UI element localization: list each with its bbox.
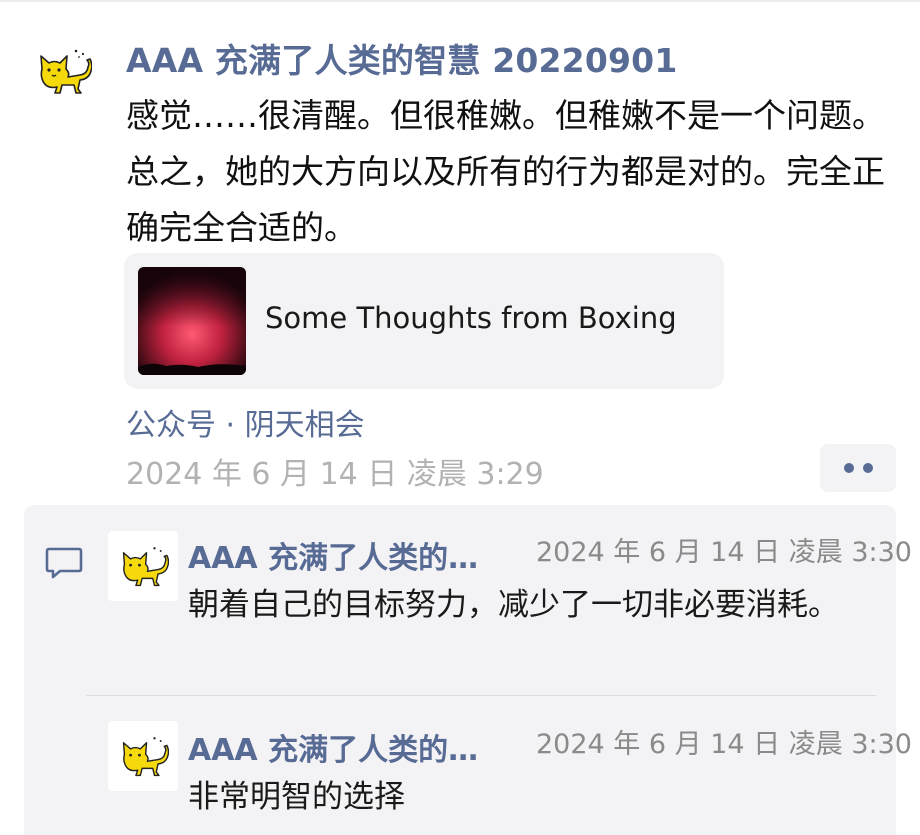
top-divider — [0, 0, 920, 2]
more-dots-icon — [843, 463, 854, 473]
comment-text: 朝着自己的目标努力，减少了一切非必要消耗。 — [188, 587, 839, 623]
aurora-thumbnail — [138, 267, 246, 375]
more-options-button[interactable] — [820, 444, 896, 492]
post-timestamp: 2024 年 6 月 14 日 凌晨 3:29 — [126, 457, 544, 492]
comment-timestamp: 2024 年 6 月 14 日 凌晨 3:30 — [536, 537, 912, 568]
post-text: 感觉……很清醒。但很稚嫩。但稚嫩不是一个问题。总之，她的大方向以及所有的行为都是… — [126, 96, 885, 247]
comment-text: 非常明智的选择 — [188, 779, 405, 815]
comment-author[interactable]: AAA 充满了人类的… — [188, 533, 518, 577]
commenter-avatar[interactable] — [108, 531, 178, 601]
comment-timestamp: 2024 年 6 月 14 日 凌晨 3:30 — [536, 729, 912, 760]
author-avatar[interactable] — [28, 36, 98, 106]
commenter-avatar[interactable] — [108, 721, 178, 791]
moments-post: AAA 充满了人类的智慧 20220901 感觉……很清醒。但很稚嫩。但稚嫩不是… — [0, 0, 920, 835]
comment-icon — [44, 545, 84, 585]
cat-icon — [122, 547, 169, 587]
more-dots-icon — [862, 463, 873, 473]
shared-article-card[interactable]: Some Thoughts from Boxing — [124, 253, 724, 389]
post-author-name[interactable]: AAA 充满了人类的智慧 20220901 — [126, 34, 678, 82]
comment-divider — [86, 695, 876, 696]
cat-icon — [40, 49, 92, 94]
comment-author[interactable]: AAA 充满了人类的… — [188, 725, 518, 769]
cat-icon — [122, 737, 169, 777]
source-account-link[interactable]: 公众号 · 阴天相会 — [126, 400, 365, 444]
article-title: Some Thoughts from Boxing — [265, 301, 677, 335]
comments-panel: AAA 充满了人类的… 2024 年 6 月 14 日 凌晨 3:30 朝着自己… — [24, 505, 912, 835]
